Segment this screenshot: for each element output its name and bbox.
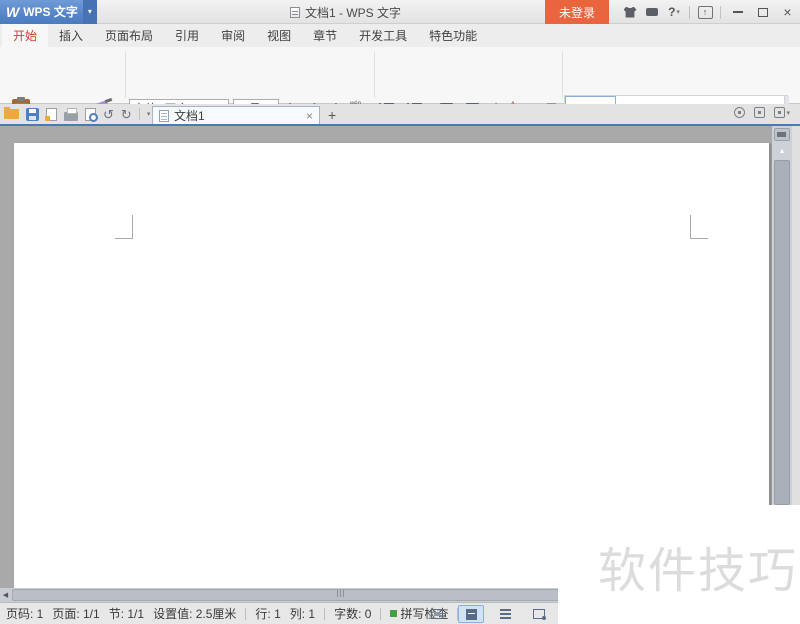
chat-icon — [646, 8, 658, 16]
close-icon: × — [783, 4, 792, 20]
tab-home[interactable]: 开始 — [2, 24, 49, 47]
titlebar-divider — [720, 5, 721, 19]
title-bar: W WPS 文字 ▾ 文档1 - WPS 文字 未登录 ? ▾ ↑ × — [0, 0, 800, 24]
wps-logo-icon: W — [6, 3, 20, 20]
redo-icon[interactable]: ↻ — [121, 108, 132, 121]
feedback-button[interactable] — [641, 0, 663, 24]
group-divider — [125, 52, 126, 98]
titlebar-divider — [689, 5, 690, 19]
scroll-grip-icon — [337, 590, 344, 597]
tab-review[interactable]: 审阅 — [210, 24, 256, 47]
status-margin-setting: 设置值: 2.5厘米 — [153, 607, 237, 621]
tab-section[interactable]: 章节 — [302, 24, 348, 47]
web-view-button[interactable] — [526, 605, 552, 623]
tab-references[interactable]: 引用 — [164, 24, 210, 47]
maximize-icon — [757, 7, 768, 17]
outline-view-icon — [499, 609, 511, 619]
new-tab-button[interactable]: + — [328, 106, 336, 124]
open-icon[interactable] — [4, 107, 19, 119]
scroll-up-icon[interactable]: ▲ — [772, 144, 792, 158]
document-icon — [159, 109, 169, 122]
group-divider — [562, 52, 563, 98]
collapse-ribbon-button[interactable]: ↑ — [694, 0, 716, 24]
window-title: 文档1 - WPS 文字 — [305, 5, 402, 20]
wps-writer-window: W WPS 文字 ▾ 文档1 - WPS 文字 未登录 ? ▾ ↑ × 开始 插… — [0, 0, 800, 624]
status-line: 行: 1 — [255, 607, 281, 621]
ribbon: 粘贴 ▾ ✂ 剪切 复制 格式刷 — [0, 47, 800, 149]
document-tab-bar: ↺ ↻ ▾ 文档1 × + ▾ — [0, 104, 800, 126]
help-button[interactable]: ? ▾ — [663, 0, 685, 24]
ruler-toggle-icon[interactable] — [774, 128, 790, 141]
tab-view[interactable]: 视图 — [256, 24, 302, 47]
divider — [324, 607, 326, 620]
wps-logo-label: WPS 文字 — [23, 5, 78, 19]
fullscreen-view-icon — [431, 609, 443, 619]
tabbar-right-controls: ▾ — [734, 107, 790, 118]
arrange-windows-button[interactable]: ▾ — [774, 107, 790, 118]
tab-insert[interactable]: 插入 — [48, 24, 94, 47]
skin-button[interactable] — [619, 0, 641, 24]
group-divider — [374, 52, 375, 98]
scroll-left-icon[interactable]: ◀ — [0, 588, 11, 602]
divider — [138, 108, 140, 120]
page-view-button[interactable] — [458, 605, 484, 623]
save-icon[interactable] — [26, 107, 39, 121]
titlebar-controls: 未登录 ? ▾ ↑ × — [544, 0, 800, 24]
wps-menu-caret-icon[interactable]: ▾ — [82, 0, 97, 24]
watermark-text: 软件技巧 — [597, 545, 798, 598]
document-tab[interactable]: 文档1 × — [152, 106, 320, 124]
maximize-button[interactable] — [750, 0, 775, 24]
ribbon-tab-bar: 开始 插入 页面布局 引用 审阅 视图 章节 开发工具 特色功能 — [0, 24, 800, 47]
close-button[interactable]: × — [775, 0, 800, 24]
vertical-scroll-thumb[interactable] — [774, 160, 790, 505]
minimize-button[interactable] — [725, 0, 750, 24]
page-view-icon — [465, 608, 477, 620]
divider — [380, 607, 382, 620]
shirt-icon — [623, 6, 637, 18]
fullscreen-view-button[interactable] — [424, 605, 450, 623]
status-page-number: 页码: 1 — [6, 607, 44, 621]
windows-icon — [774, 107, 786, 118]
web-view-icon — [533, 609, 546, 620]
close-tab-icon[interactable]: × — [306, 110, 313, 122]
document-tab-label: 文档1 — [174, 109, 205, 123]
login-button[interactable]: 未登录 — [544, 0, 609, 24]
margin-mark-right — [690, 215, 708, 239]
status-page-count: 页面: 1/1 — [52, 607, 100, 621]
margin-mark-left — [115, 215, 133, 239]
quick-access-toolbar: ↺ ↻ ▾ — [4, 104, 150, 124]
collapse-ribbon-icon: ↑ — [697, 5, 713, 19]
undo-icon[interactable]: ↺ — [103, 108, 114, 121]
status-word-count[interactable]: 字数: 0 — [334, 605, 371, 622]
document-icon — [290, 6, 300, 18]
help-caret-icon: ▾ — [676, 9, 680, 16]
status-column: 列: 1 — [289, 607, 316, 621]
divider — [245, 607, 247, 620]
print-icon[interactable] — [64, 107, 78, 121]
export-icon[interactable] — [45, 107, 57, 121]
window-title-area: 文档1 - WPS 文字 — [290, 0, 401, 24]
view-mode-icon[interactable] — [754, 107, 766, 118]
tab-developer[interactable]: 开发工具 — [348, 24, 418, 47]
help-icon: ? — [668, 5, 676, 19]
history-icon[interactable] — [734, 107, 746, 118]
status-section: 节: 1/1 — [108, 607, 145, 621]
wps-menu-button[interactable]: W WPS 文字 ▾ — [0, 0, 97, 24]
tab-page-layout[interactable]: 页面布局 — [94, 24, 164, 47]
minimize-icon — [732, 11, 743, 13]
outline-view-button[interactable] — [492, 605, 518, 623]
view-switcher — [424, 605, 552, 623]
customize-toolbar-caret-icon[interactable]: ▾ — [147, 110, 151, 118]
print-preview-icon[interactable] — [85, 107, 98, 122]
watermark-overlay: 软件技巧 — [558, 505, 800, 624]
spell-check-indicator-icon — [390, 610, 398, 617]
chevron-down-icon: ▾ — [786, 109, 790, 117]
tab-special-features[interactable]: 特色功能 — [418, 24, 488, 47]
